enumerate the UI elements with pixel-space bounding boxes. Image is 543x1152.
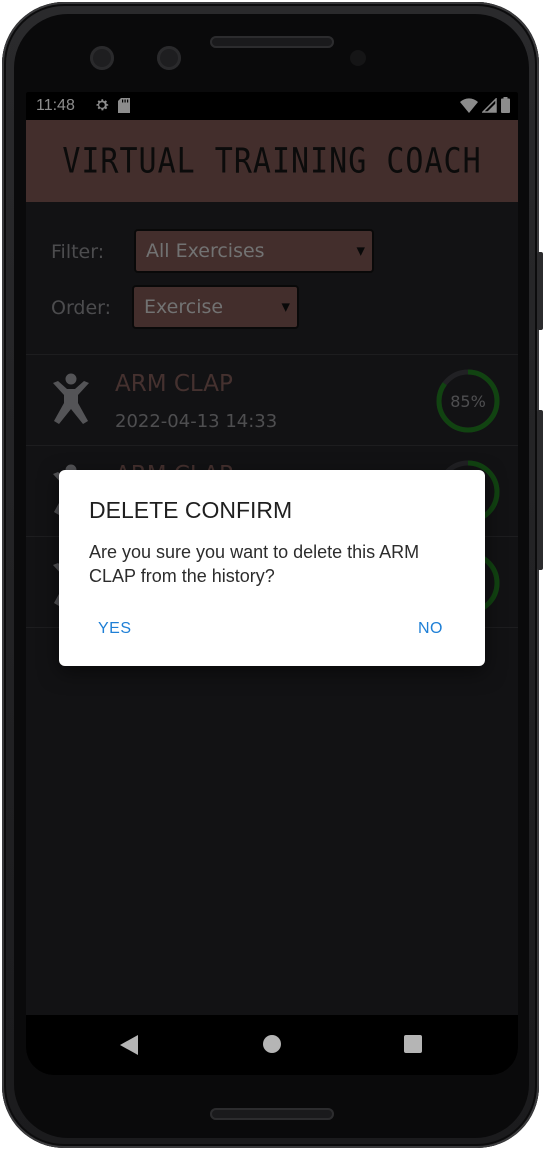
recents-icon[interactable]: [404, 1035, 422, 1053]
home-icon[interactable]: [263, 1035, 281, 1053]
bottom-speaker: [210, 1108, 334, 1120]
delete-confirm-dialog: DELETE CONFIRM Are you sure you want to …: [59, 470, 485, 666]
dialog-message: Are you sure you want to delete this ARM…: [89, 542, 420, 586]
volume-button: [537, 410, 543, 570]
screen: 11:48 VIRTUAL TRAINING COACH Filter: All…: [26, 92, 518, 1075]
dialog-title: DELETE CONFIRM: [89, 497, 293, 523]
front-sensor: [157, 46, 181, 70]
power-button: [537, 252, 543, 330]
earpiece-speaker: [210, 36, 334, 48]
phone-frame: 11:48 VIRTUAL TRAINING COACH Filter: All…: [2, 2, 543, 1148]
no-button[interactable]: NO: [418, 620, 443, 638]
front-camera: [90, 46, 114, 70]
yes-button[interactable]: YES: [98, 620, 132, 638]
proximity-sensor: [350, 50, 366, 66]
back-icon[interactable]: [120, 1035, 138, 1055]
navigation-bar: [26, 1015, 518, 1075]
